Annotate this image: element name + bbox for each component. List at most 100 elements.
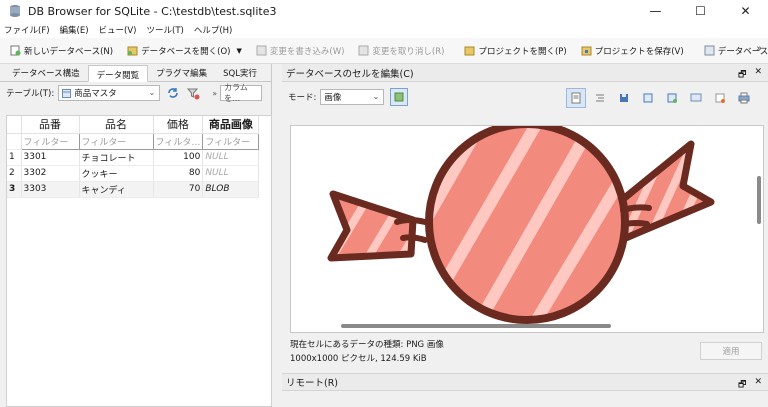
remote-panel-title: リモート(R) <box>286 378 339 389</box>
cell-data-type: 現在セルにあるデータの種類: PNG 画像 <box>290 340 444 350</box>
cell-editor-title: データベースのセルを編集(C) <box>286 68 414 80</box>
mode-select[interactable]: 画像 ⌄ <box>320 89 385 105</box>
tab-browse-data[interactable]: データ閲覧 <box>87 65 149 82</box>
image-viewer[interactable] <box>290 125 764 333</box>
print-icon[interactable] <box>734 88 754 108</box>
filter-input-image[interactable]: フィルター <box>202 132 260 150</box>
dock-float-icon[interactable]: 🗗 <box>738 67 746 83</box>
cell-code[interactable]: 3303 <box>21 181 80 198</box>
menu-view[interactable]: ビュー(V) <box>99 24 137 36</box>
table-selector-row: テーブル(T): 商品マスタ ⌄ » カラムを… <box>0 82 271 104</box>
filter-row: フィルター フィルター フィルタ… フィルター <box>7 132 260 150</box>
column-header-image[interactable]: 商品画像 <box>202 116 260 134</box>
filter-input-price[interactable]: フィルタ… <box>152 132 204 150</box>
vertical-scrollbar[interactable] <box>757 176 761 224</box>
close-button[interactable]: ✕ <box>723 0 768 22</box>
attach-database-icon <box>704 45 715 56</box>
open-database-dropdown-icon[interactable]: ▼ <box>236 47 241 55</box>
chevron-down-icon: ⌄ <box>372 92 380 101</box>
tab-edit-pragmas[interactable]: プラグマ編集 <box>148 64 215 81</box>
menu-bar: ファイル(F) 編集(E) ビュー(V) ツール(T) ヘルプ(H) <box>0 22 768 38</box>
set-null-icon[interactable] <box>662 88 682 108</box>
cell-image[interactable]: NULL <box>202 165 260 182</box>
remote-dock-close-icon[interactable]: ✕ <box>754 377 762 393</box>
column-find-expand-icon[interactable]: » <box>212 89 217 98</box>
window-title: DB Browser for SQLite - C:\testdb\test.s… <box>28 4 277 18</box>
cell-name[interactable]: キャンディ <box>79 181 154 198</box>
cell-price[interactable]: 100 <box>153 149 204 166</box>
minimize-button[interactable]: — <box>633 0 678 22</box>
menu-file[interactable]: ファイル(F) <box>4 24 50 36</box>
cell-image-selected[interactable]: BLOB <box>202 181 260 198</box>
grid-header-row: 品番 品名 価格 商品画像 <box>7 116 260 134</box>
filter-row-spacer <box>7 133 22 150</box>
revert-changes-button[interactable]: 変更を取り消し(R) <box>354 41 448 61</box>
horizontal-scrollbar[interactable] <box>341 324 611 328</box>
cell-price[interactable]: 80 <box>153 165 204 182</box>
save-project-label: プロジェクトを保存(V) <box>594 46 684 57</box>
cell-image[interactable]: NULL <box>202 149 260 166</box>
filter-input-name[interactable]: フィルター <box>78 132 154 150</box>
maximize-button[interactable]: ☐ <box>678 0 723 22</box>
row-number[interactable]: 3 <box>7 181 22 198</box>
new-database-button[interactable]: 新しいデータベース(N) <box>6 41 117 61</box>
table-select[interactable]: 商品マスタ ⌄ <box>58 85 161 101</box>
menu-edit[interactable]: 編集(E) <box>60 24 89 36</box>
main-tabs: データベース構造 データ閲覧 プラグマ編集 SQL実行 <box>0 64 271 82</box>
cell-code[interactable]: 3302 <box>21 165 80 182</box>
open-database-icon <box>127 45 138 56</box>
filter-input-code[interactable]: フィルター <box>20 132 80 150</box>
mode-select-value: 画像 <box>324 93 342 103</box>
editor-toolbar <box>562 88 754 108</box>
column-header-name[interactable]: 品名 <box>79 116 154 134</box>
row-number-header <box>7 116 22 134</box>
open-database-button[interactable]: データベースを開く(O) ▼ <box>123 41 246 61</box>
preview-icon[interactable] <box>686 88 706 108</box>
word-wrap-icon[interactable] <box>566 88 586 108</box>
write-changes-button[interactable]: 変更を書き込み(W) <box>252 41 349 61</box>
clear-filters-icon[interactable] <box>186 86 200 100</box>
title-bar: DB Browser for SQLite - C:\testdb\test.s… <box>0 0 768 22</box>
chevron-down-icon: ⌄ <box>148 88 156 97</box>
cell-code[interactable]: 3301 <box>21 149 80 166</box>
table-row-selected[interactable]: 3 3303 キャンディ 70 BLOB <box>7 181 260 198</box>
table-label: テーブル(T): <box>6 89 55 99</box>
column-find-input[interactable]: カラムを… <box>220 83 263 103</box>
cell-info: 現在セルにあるデータの種類: PNG 画像 1000x1000 ピクセル, 12… <box>290 338 444 366</box>
revert-changes-icon <box>358 45 369 56</box>
table-row[interactable]: 1 3301 チョコレート 100 NULL <box>7 149 260 166</box>
column-header-code[interactable]: 品番 <box>21 116 80 134</box>
tab-database-structure[interactable]: データベース構造 <box>4 64 88 81</box>
row-number[interactable]: 1 <box>7 149 22 166</box>
row-number[interactable]: 2 <box>7 165 22 182</box>
auto-switch-mode-button[interactable] <box>390 88 409 106</box>
remote-panel-header: リモート(R) 🗗 ✕ <box>282 373 768 391</box>
dock-close-icon[interactable]: ✕ <box>754 67 762 83</box>
tab-execute-sql[interactable]: SQL実行 <box>215 64 265 81</box>
menu-help[interactable]: ヘルプ(H) <box>194 24 233 36</box>
save-project-button[interactable]: プロジェクトを保存(V) <box>577 41 688 61</box>
toolbar-overflow-icon[interactable]: » <box>756 44 762 54</box>
clear-cell-icon[interactable] <box>710 88 730 108</box>
open-project-button[interactable]: プロジェクトを開く(P) <box>460 41 570 61</box>
new-database-icon <box>10 45 21 56</box>
apply-button[interactable]: 適用 <box>700 342 762 360</box>
cell-name[interactable]: チョコレート <box>79 149 154 166</box>
auto-format-icon[interactable] <box>590 88 610 108</box>
cell-name[interactable]: クッキー <box>79 165 154 182</box>
refresh-icon[interactable] <box>166 86 180 100</box>
main-toolbar: 新しいデータベース(N) データベースを開く(O) ▼ 変更を書き込み(W) 変… <box>0 38 768 64</box>
import-file-icon[interactable] <box>614 88 634 108</box>
mode-row: モード: 画像 ⌄ <box>282 82 768 112</box>
mode-label: モード: <box>288 93 317 103</box>
open-project-icon <box>464 45 475 56</box>
menu-tools[interactable]: ツール(T) <box>147 24 184 36</box>
table-grid-icon <box>62 88 72 98</box>
revert-changes-label: 変更を取り消し(R) <box>372 46 445 57</box>
cell-editor-pane: データベースのセルを編集(C) 🗗 ✕ モード: 画像 ⌄ 現在セルにあるデータ… <box>282 64 768 407</box>
remote-dock-float-icon[interactable]: 🗗 <box>738 377 746 393</box>
cell-price[interactable]: 70 <box>153 181 204 198</box>
column-header-price[interactable]: 価格 <box>153 116 204 134</box>
table-row[interactable]: 2 3302 クッキー 80 NULL <box>7 165 260 182</box>
export-file-icon[interactable] <box>638 88 658 108</box>
